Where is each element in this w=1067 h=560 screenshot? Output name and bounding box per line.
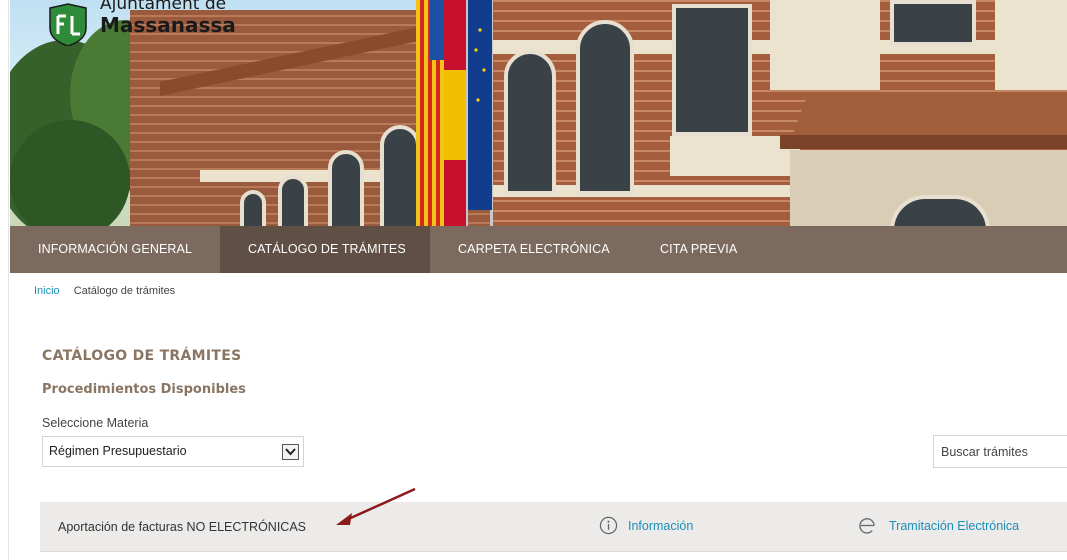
breadcrumb: Inicio Catálogo de trámites <box>34 285 175 297</box>
chevron-down-icon[interactable] <box>282 444 299 460</box>
nav-item-cita-previa[interactable]: CITA PREVIA <box>632 226 765 273</box>
site-logo[interactable]: Ajuntament de Massanassa <box>46 0 236 46</box>
breadcrumb-home-link[interactable]: Inicio <box>34 285 60 297</box>
nav-item-carpeta-electronica[interactable]: CARPETA ELECTRÓNICA <box>430 226 632 273</box>
tramitacion-link[interactable]: Tramitación Electrónica <box>858 516 1019 535</box>
select-label: Seleccione Materia <box>42 416 149 430</box>
nav-item-informacion-general[interactable]: INFORMACIÓN GENERAL <box>10 226 220 273</box>
nav-item-catalogo-tramites[interactable]: CATÁLOGO DE TRÁMITES <box>220 226 430 273</box>
logo-line1: Ajuntament de <box>100 0 227 14</box>
search-input[interactable]: Buscar trámites <box>933 435 1067 468</box>
breadcrumb-current: Catálogo de trámites <box>73 285 176 297</box>
info-link[interactable]: Información <box>599 516 693 535</box>
search-placeholder: Buscar trámites <box>941 445 1028 459</box>
info-circle-icon <box>599 516 618 535</box>
logo-line2: Massanassa <box>100 13 236 37</box>
page-title: CATÁLOGO DE TRÁMITES <box>42 348 242 364</box>
municipal-shield-icon <box>49 3 87 46</box>
procedure-row: Aportación de facturas NO ELECTRÓNICAS I… <box>40 502 1067 552</box>
tramitacion-link-label[interactable]: Tramitación Electrónica <box>889 519 1019 533</box>
info-link-label[interactable]: Información <box>628 519 693 533</box>
main-nav: INFORMACIÓN GENERAL CATÁLOGO DE TRÁMITES… <box>10 226 1067 273</box>
header-banner: Ajuntament de Massanassa <box>10 0 1067 226</box>
materia-select[interactable]: Régimen Presupuestario <box>42 436 304 467</box>
page-edge <box>8 0 9 560</box>
annotation-arrow-icon <box>336 487 416 525</box>
procedure-title: Aportación de facturas NO ELECTRÓNICAS <box>58 520 307 534</box>
e-symbol-icon <box>859 518 875 534</box>
materia-select-value: Régimen Presupuestario <box>49 444 187 458</box>
section-subtitle: Procedimientos Disponibles <box>42 382 246 397</box>
